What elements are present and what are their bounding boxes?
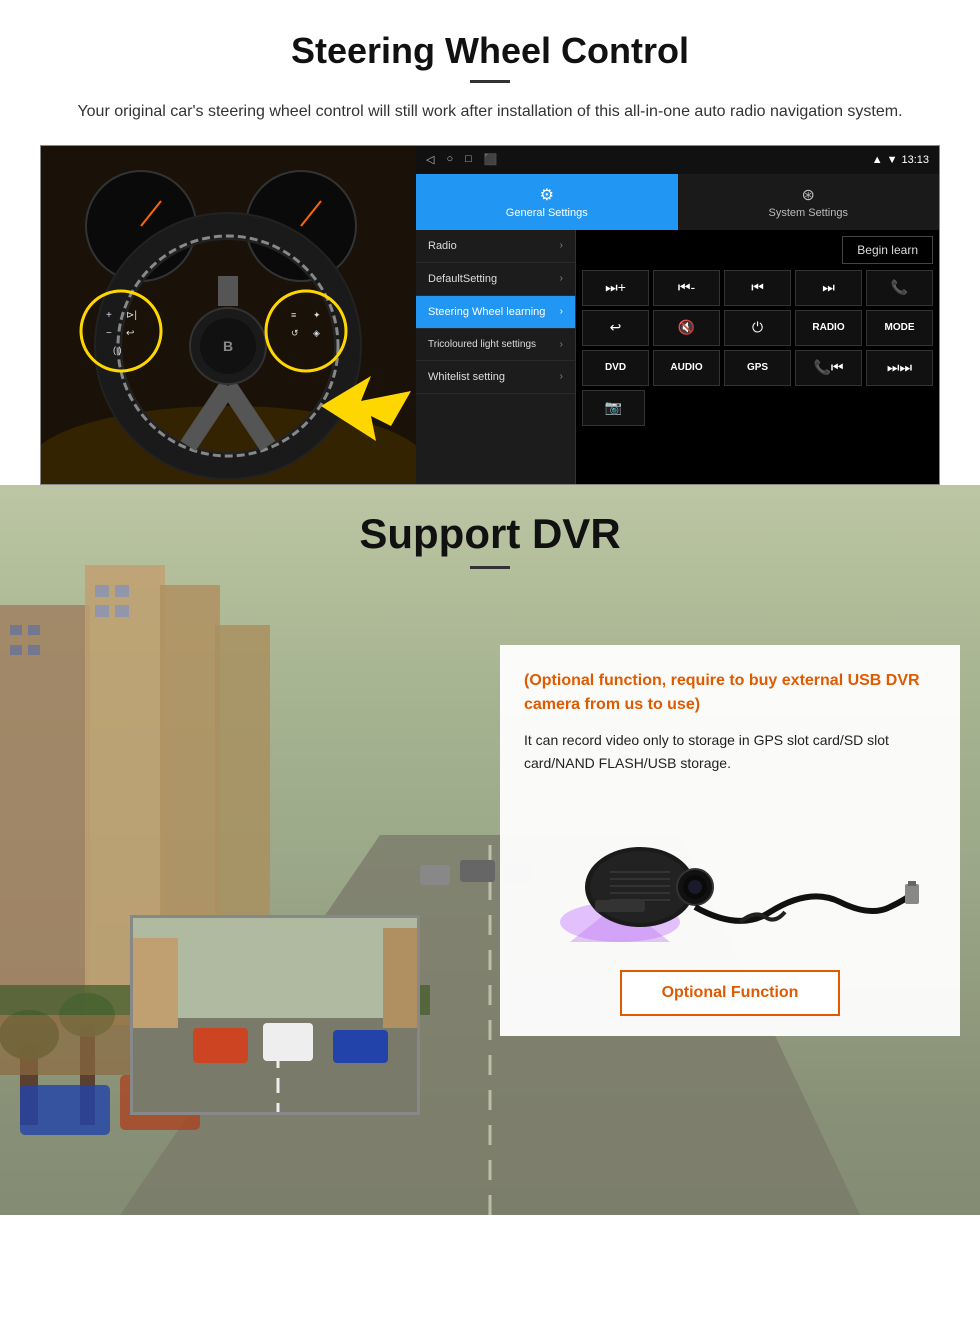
audio-btn[interactable]: AUDIO (653, 350, 720, 386)
tab-system[interactable]: ⊛ System Settings (678, 174, 940, 230)
android-screen: ◁ ○ □ ⬛ ▲ ▼ 13:13 ⚙ General Settings (416, 146, 939, 484)
preview-svg (133, 918, 420, 1115)
menu-item-steering[interactable]: Steering Wheel learning › (416, 296, 575, 329)
begin-learn-button[interactable]: Begin learn (842, 236, 933, 264)
phone-btn[interactable]: 📞 (866, 270, 933, 306)
settings-body: Radio › DefaultSetting › Steering Wheel … (416, 230, 939, 484)
nav-back-icon[interactable]: ◁ (426, 153, 434, 166)
arrow-icon: › (560, 273, 563, 284)
nav-extra-icon[interactable]: ⬛ (484, 153, 498, 166)
camera-btn[interactable]: 📷 (582, 390, 645, 426)
nav-square-icon[interactable]: □ (465, 153, 472, 166)
menu-item-tricolour[interactable]: Tricoloured light settings › (416, 329, 575, 361)
section-subtitle: Your original car's steering wheel contr… (60, 99, 920, 125)
control-row-2: ↩ 🔇 ⏻ RADIO MODE (582, 310, 933, 346)
menu-item-default[interactable]: DefaultSetting › (416, 263, 575, 296)
control-row-4: 📷 (582, 390, 933, 426)
mute-btn[interactable]: 🔇 (653, 310, 720, 346)
svg-text:↺: ↺ (291, 328, 299, 338)
next-btn[interactable]: ⏭ (795, 270, 862, 306)
mode-btn[interactable]: MODE (866, 310, 933, 346)
control-row-3: DVD AUDIO GPS 📞⏮ ⏭⏭ (582, 350, 933, 386)
svg-text:B: B (223, 338, 233, 354)
wifi-icon: ▼ (887, 154, 898, 166)
dvr-preview-inner (133, 918, 417, 1112)
section-title: Steering Wheel Control (40, 30, 940, 72)
svg-text:( ): ( ) (113, 345, 122, 355)
tab-general-label: General Settings (506, 207, 588, 219)
control-area: Begin learn ⏭+ ⏮- ⏮ ⏭ 📞 ↩ 🔇 ⏻ (576, 230, 939, 484)
time-display: 13:13 (901, 154, 929, 166)
gear-icon: ⚙ (540, 185, 554, 205)
gps-btn[interactable]: GPS (724, 350, 791, 386)
hang-btn[interactable]: ↩ (582, 310, 649, 346)
dvr-preview-image (130, 915, 420, 1115)
nav-home-icon[interactable]: ○ (446, 153, 453, 166)
svg-text:⊳|: ⊳| (126, 310, 137, 321)
svg-text:✦: ✦ (313, 310, 321, 320)
dvr-divider (470, 566, 510, 569)
dvr-optional-text: (Optional function, require to buy exter… (524, 669, 936, 717)
svg-text:−: − (106, 328, 112, 339)
dvr-info-card: (Optional function, require to buy exter… (500, 645, 960, 1037)
statusbar: ◁ ○ □ ⬛ ▲ ▼ 13:13 (416, 146, 939, 174)
steering-section: Steering Wheel Control Your original car… (0, 0, 980, 485)
dvr-title: Support DVR (0, 510, 980, 558)
dvr-camera-svg (540, 792, 920, 952)
phone-prev-btn[interactable]: 📞⏮ (795, 350, 862, 386)
power-btn[interactable]: ⏻ (724, 310, 791, 346)
arrow-icon: › (560, 339, 563, 350)
menu-item-whitelist[interactable]: Whitelist setting › (416, 361, 575, 394)
dvr-section: Support DVR (0, 485, 980, 1215)
svg-text:+: + (106, 310, 112, 321)
svg-text:↩: ↩ (126, 328, 134, 339)
dvr-camera-container (524, 792, 936, 952)
arrow-icon: › (560, 240, 563, 251)
radio-btn[interactable]: RADIO (795, 310, 862, 346)
control-row-1: ⏭+ ⏮- ⏮ ⏭ 📞 (582, 270, 933, 306)
vol-down-btn[interactable]: ⏮- (653, 270, 720, 306)
arrow-icon: › (560, 306, 563, 317)
steering-demo: B + ⊳| − ↩ ( ) ≡ ✦ ↺ ◈ (40, 145, 940, 485)
settings-menu: Radio › DefaultSetting › Steering Wheel … (416, 230, 576, 484)
tab-system-label: System Settings (769, 207, 848, 219)
prev-btn[interactable]: ⏮ (724, 270, 791, 306)
signal-icon: ▲ (872, 154, 883, 166)
svg-text:≡: ≡ (291, 310, 296, 320)
system-icon: ⊛ (802, 185, 815, 205)
menu-item-radio[interactable]: Radio › (416, 230, 575, 263)
optional-function-button[interactable]: Optional Function (620, 970, 841, 1016)
status-icons: ▲ ▼ 13:13 (872, 154, 929, 166)
vol-up-btn[interactable]: ⏭+ (582, 270, 649, 306)
steering-photo: B + ⊳| − ↩ ( ) ≡ ✦ ↺ ◈ (41, 146, 416, 485)
svg-text:◈: ◈ (313, 328, 320, 338)
steering-wheel-svg: B + ⊳| − ↩ ( ) ≡ ✦ ↺ ◈ (41, 146, 416, 485)
arrow-icon: › (560, 371, 563, 382)
begin-learn-row: Begin learn (582, 236, 933, 264)
dvr-title-overlay: Support DVR (0, 485, 980, 579)
skip-btn[interactable]: ⏭⏭ (866, 350, 933, 386)
dvr-description: It can record video only to storage in G… (524, 729, 936, 777)
tab-general[interactable]: ⚙ General Settings (416, 174, 678, 230)
title-divider (470, 80, 510, 83)
dvd-btn[interactable]: DVD (582, 350, 649, 386)
settings-tabs: ⚙ General Settings ⊛ System Settings (416, 174, 939, 230)
